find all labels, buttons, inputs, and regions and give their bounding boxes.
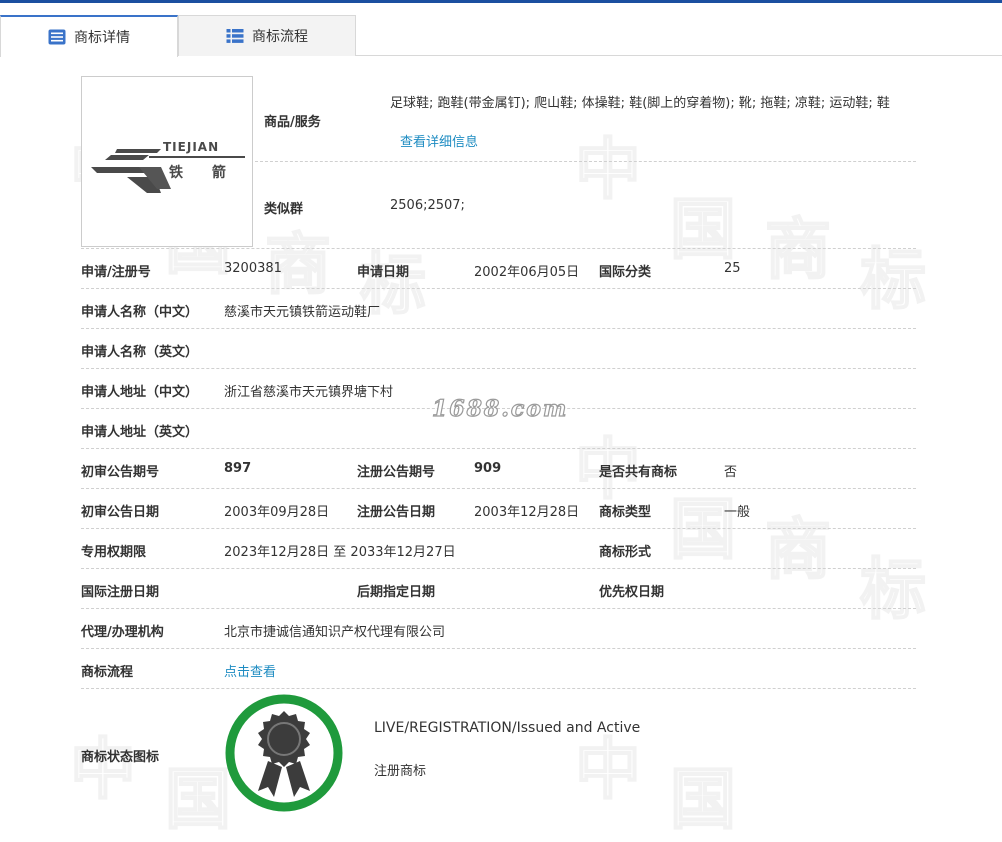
status-text-en: LIVE/REGISTRATION/Issued and Active (374, 720, 641, 736)
tm-form-label: 商标形式 (599, 545, 652, 560)
tm-flow-label: 商标流程 (81, 665, 134, 680)
site-watermark: 1688.com (431, 395, 569, 422)
reg-no-label: 申请/注册号 (81, 265, 151, 280)
list-icon (226, 29, 244, 43)
trademark-detail-panel: 中 国 商 标 中 国 商 标 中 国 商 标 中 国 中 国 TIEJIAN … (0, 56, 1002, 839)
applicant-addr-cn-label: 申请人地址（中文） (81, 385, 199, 400)
goods-value: 足球鞋; 跑鞋(带金属钉); 爬山鞋; 体操鞋; 鞋(脚上的穿着物); 靴; 拖… (390, 96, 890, 111)
tab-bar: 商标详情 商标流程 (0, 15, 1002, 57)
watermark-char: 标 (859, 550, 927, 629)
divider (81, 608, 916, 609)
tiejian-logo-image: TIEJIAN 铁 箭 (91, 140, 245, 193)
exclusive-period-value: 2023年12月28日 至 2033年12月27日 (224, 545, 456, 560)
divider (81, 568, 916, 569)
tm-type-value: 一般 (724, 505, 751, 520)
registered-seal-icon (225, 694, 343, 812)
logo-text-en: TIEJIAN (163, 140, 219, 154)
app-date-label: 申请日期 (357, 265, 410, 280)
tab-trademark-details[interactable]: 商标详情 (0, 15, 178, 57)
watermark-char: 标 (859, 240, 927, 319)
intl-class-label: 国际分类 (599, 265, 652, 280)
tab-trademark-flow[interactable]: 商标流程 (178, 15, 356, 56)
applicant-name-cn-value: 慈溪市天元镇铁箭运动鞋厂 (224, 305, 381, 320)
watermark-char: 国 (164, 760, 232, 839)
intl-class-value: 25 (724, 261, 741, 276)
view-detail-link[interactable]: 查看详细信息 (400, 131, 478, 150)
tab-label: 商标详情 (74, 30, 130, 46)
agent-label: 代理/办理机构 (81, 625, 164, 640)
divider (81, 248, 916, 249)
status-text-cn: 注册商标 (374, 764, 427, 779)
divider (81, 688, 916, 689)
watermark-char: 国 (669, 760, 737, 839)
prelim-pub-date-value: 2003年09月28日 (224, 505, 330, 520)
reg-pub-date-label: 注册公告日期 (357, 505, 436, 520)
reg-pub-date-value: 2003年12月28日 (474, 505, 580, 520)
similar-group-value: 2506;2507; (390, 198, 465, 213)
divider (81, 448, 916, 449)
reg-no-value: 3200381 (224, 261, 282, 276)
watermark-char: 商 (764, 510, 832, 589)
intl-reg-date-label: 国际注册日期 (81, 585, 160, 600)
prelim-pub-date-label: 初审公告日期 (81, 505, 160, 520)
reg-pub-no-value: 909 (474, 461, 502, 476)
applicant-addr-en-label: 申请人地址（英文） (81, 425, 199, 440)
divider (81, 288, 916, 289)
list-document-icon (48, 29, 66, 45)
similar-group-label: 类似群 (264, 202, 304, 217)
tab-label: 商标流程 (252, 29, 308, 45)
watermark-char: 中 (574, 130, 642, 209)
divider (81, 368, 916, 369)
divider (81, 488, 916, 489)
reg-pub-no-label: 注册公告期号 (357, 465, 436, 480)
watermark-char: 商 (264, 225, 332, 304)
trademark-image: TIEJIAN 铁 箭 (81, 76, 253, 247)
divider (81, 648, 916, 649)
priority-date-label: 优先权日期 (599, 585, 665, 600)
applicant-name-en-label: 申请人名称（英文） (81, 345, 199, 360)
shared-tm-value: 否 (724, 465, 738, 480)
watermark-char: 国 (669, 190, 737, 269)
prelim-pub-no-label: 初审公告期号 (81, 465, 160, 480)
watermark-char: 国 (669, 490, 737, 569)
shared-tm-label: 是否共有商标 (599, 465, 678, 480)
agent-value: 北京市捷诚信通知识产权代理有限公司 (224, 625, 446, 640)
watermark-char: 商 (764, 210, 832, 289)
goods-label: 商品/服务 (264, 115, 321, 130)
divider (81, 328, 916, 329)
status-icon-label: 商标状态图标 (81, 750, 160, 765)
app-date-value: 2002年06月05日 (474, 265, 580, 280)
applicant-name-cn-label: 申请人名称（中文） (81, 305, 199, 320)
later-designation-date-label: 后期指定日期 (357, 585, 436, 600)
tm-type-label: 商标类型 (599, 505, 652, 520)
logo-text-cn: 铁 箭 (169, 164, 238, 181)
exclusive-period-label: 专用权期限 (81, 545, 147, 560)
view-flow-link[interactable]: 点击查看 (224, 661, 276, 680)
prelim-pub-no-value: 897 (224, 461, 252, 476)
divider (81, 528, 916, 529)
top-accent-bar (0, 0, 1002, 3)
applicant-addr-cn-value: 浙江省慈溪市天元镇界塘下村 (224, 385, 394, 400)
divider (255, 161, 916, 162)
